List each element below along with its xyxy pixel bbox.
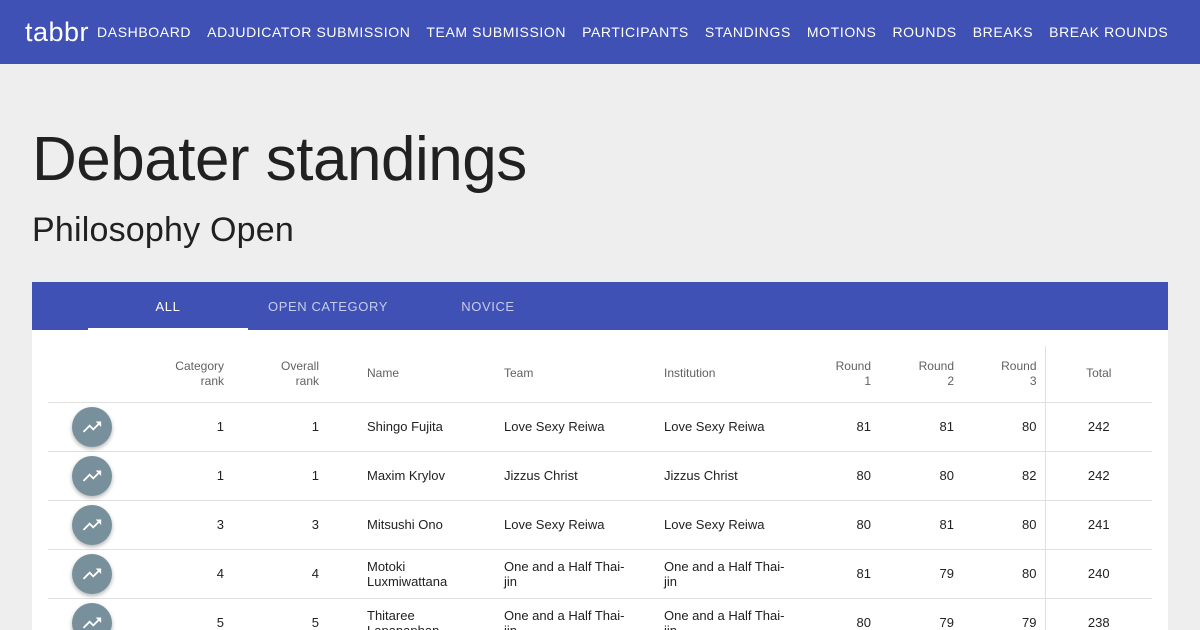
tab-novice[interactable]: NOVICE — [408, 282, 568, 330]
category-rank-cell: 5 — [136, 598, 232, 630]
row-actions — [48, 451, 136, 501]
category-rank-cell: 1 — [136, 451, 232, 501]
tab-all[interactable]: ALL — [88, 282, 248, 330]
nav-rounds[interactable]: ROUNDS — [884, 24, 964, 40]
round-2-cell: 79 — [879, 549, 962, 599]
name-cell: Mitsushi Ono — [327, 500, 484, 550]
name-cell: Maxim Krylov — [327, 451, 484, 501]
header-overall-rank[interactable]: Overall rank — [232, 346, 327, 403]
tab-open-category[interactable]: OPEN CATEGORY — [248, 282, 408, 330]
nav-break-rounds[interactable]: BREAK ROUNDS — [1041, 24, 1175, 40]
name-cell: Thitaree Lapanaphan — [327, 598, 484, 630]
trending-up-icon[interactable] — [72, 602, 112, 630]
row-actions — [48, 500, 136, 550]
nav-motions[interactable]: MOTIONS — [799, 24, 885, 40]
trending-up-icon[interactable] — [72, 406, 112, 447]
header-institution[interactable]: Institution — [656, 346, 796, 403]
standings-card: ALL OPEN CATEGORY NOVICE Category rank Ove… — [32, 282, 1168, 630]
institution-cell: Love Sexy Reiwa — [656, 402, 796, 452]
trending-up-icon[interactable] — [72, 553, 112, 594]
table-row: 1 1 Shingo Fujita Love Sexy Reiwa Love Sexy … — [48, 402, 1152, 452]
table-row: 3 3 Mitsushi Ono Love Sexy Reiwa Love Sexy R… — [48, 500, 1152, 550]
header-category-rank[interactable]: Category rank — [136, 346, 232, 403]
table-row: 4 4 Motoki Luxmiwattana One and a Half Thai-… — [48, 549, 1152, 599]
total-cell: 242 — [1044, 451, 1152, 501]
round-3-cell: 80 — [962, 549, 1045, 599]
institution-cell: One and a Half Thai-jin — [656, 598, 796, 630]
top-app-bar: tabbr DASHBOARD ADJUDICATOR SUBMISSION TEA… — [0, 0, 1200, 64]
round-1-cell: 80 — [796, 598, 879, 630]
header-total[interactable]: Total — [1044, 346, 1152, 403]
team-cell: Jizzus Christ — [484, 451, 656, 501]
overall-rank-cell: 3 — [232, 500, 327, 550]
header-name[interactable]: Name — [327, 346, 484, 403]
total-cell: 242 — [1044, 402, 1152, 452]
nav-participants[interactable]: PARTICIPANTS — [574, 24, 697, 40]
app-brand[interactable]: tabbr — [25, 17, 89, 48]
category-rank-cell: 1 — [136, 402, 232, 452]
header-round-3[interactable]: Round 3 — [962, 346, 1045, 403]
round-3-cell: 79 — [962, 598, 1045, 630]
name-cell: Motoki Luxmiwattana — [327, 549, 484, 599]
table-body: 1 1 Shingo Fujita Love Sexy Reiwa Love Sexy … — [48, 402, 1152, 630]
round-2-cell: 80 — [879, 451, 962, 501]
header-team[interactable]: Team — [484, 346, 656, 403]
nav-adjudicator-submission[interactable]: ADJUDICATOR SUBMISSION — [199, 24, 418, 40]
row-actions — [48, 598, 136, 630]
overall-rank-cell: 4 — [232, 549, 327, 599]
round-3-cell: 80 — [962, 402, 1045, 452]
category-tabs: ALL OPEN CATEGORY NOVICE — [32, 282, 1168, 330]
header-round-2[interactable]: Round 2 — [879, 346, 962, 403]
table-row: 1 1 Maxim Krylov Jizzus Christ Jizzus Christ… — [48, 451, 1152, 501]
table-row: 5 5 Thitaree Lapanaphan One and a Half Thai-… — [48, 598, 1152, 630]
tournament-name: Philosophy Open — [32, 211, 294, 249]
team-cell: Love Sexy Reiwa — [484, 402, 656, 452]
header-round-1[interactable]: Round 1 — [796, 346, 879, 403]
page-content: Debater standings Philosophy Open ALL OPE… — [0, 124, 1200, 630]
team-cell: One and a Half Thai-jin — [484, 549, 656, 599]
table-wrapper: Category rank Overall rank Name Team Ins… — [32, 330, 1168, 630]
page-title: Debater standings — [32, 125, 527, 194]
nav-breaks[interactable]: BREAKS — [965, 24, 1041, 40]
round-3-cell: 80 — [962, 500, 1045, 550]
overall-rank-cell: 1 — [232, 451, 327, 501]
nav-team-submission[interactable]: TEAM SUBMISSION — [418, 24, 574, 40]
total-cell: 238 — [1044, 598, 1152, 630]
institution-cell: One and a Half Thai-jin — [656, 549, 796, 599]
category-rank-cell: 3 — [136, 500, 232, 550]
trending-up-icon[interactable] — [72, 504, 112, 545]
round-1-cell: 80 — [796, 500, 879, 550]
name-cell: Shingo Fujita — [327, 402, 484, 452]
header-actions — [48, 346, 136, 403]
trending-up-icon[interactable] — [72, 455, 112, 496]
overall-rank-cell: 1 — [232, 402, 327, 452]
main-nav: DASHBOARD ADJUDICATOR SUBMISSION TEAM SUBM… — [89, 24, 1175, 40]
nav-standings[interactable]: STANDINGS — [697, 24, 799, 40]
round-1-cell: 80 — [796, 451, 879, 501]
round-3-cell: 82 — [962, 451, 1045, 501]
overall-rank-cell: 5 — [232, 598, 327, 630]
total-cell: 240 — [1044, 549, 1152, 599]
total-cell: 241 — [1044, 500, 1152, 550]
round-2-cell: 81 — [879, 402, 962, 452]
round-1-cell: 81 — [796, 549, 879, 599]
row-actions — [48, 402, 136, 452]
institution-cell: Love Sexy Reiwa — [656, 500, 796, 550]
nav-dashboard[interactable]: DASHBOARD — [89, 24, 199, 40]
team-cell: One and a Half Thai-jin — [484, 598, 656, 630]
round-2-cell: 81 — [879, 500, 962, 550]
standings-table: Category rank Overall rank Name Team Ins… — [48, 346, 1152, 630]
table-header: Category rank Overall rank Name Team Ins… — [48, 346, 1152, 403]
institution-cell: Jizzus Christ — [656, 451, 796, 501]
round-1-cell: 81 — [796, 402, 879, 452]
category-rank-cell: 4 — [136, 549, 232, 599]
team-cell: Love Sexy Reiwa — [484, 500, 656, 550]
round-2-cell: 79 — [879, 598, 962, 630]
row-actions — [48, 549, 136, 599]
